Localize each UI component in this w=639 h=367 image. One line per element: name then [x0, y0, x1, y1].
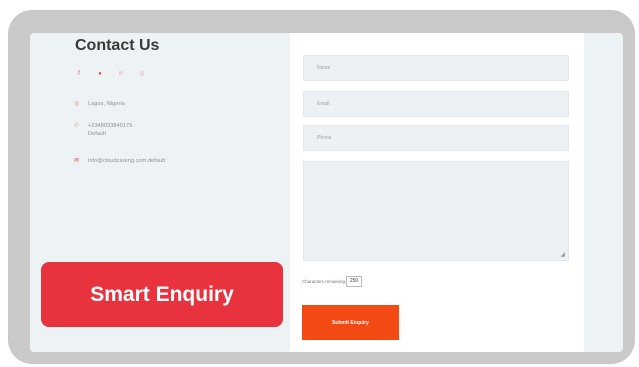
smart-enquiry-label: Smart Enquiry: [41, 262, 283, 327]
phone-line: ✆ +2348033840179 Default: [74, 122, 132, 138]
email-line: ✉ info@cloudcareng.com.default: [74, 157, 165, 165]
location-line: ◍ Lagos, Nigeria: [74, 100, 125, 108]
linkedin-icon[interactable]: in: [117, 71, 125, 78]
location-pin-icon: ◍: [74, 101, 80, 107]
email-icon: ✉: [74, 158, 80, 164]
email-input[interactable]: [303, 91, 569, 117]
phone-icon: ✆: [74, 123, 80, 129]
phone-note: Default: [88, 131, 107, 137]
phone-number[interactable]: +2348033840179: [88, 123, 132, 129]
social-links: f ● in ◎: [75, 71, 146, 78]
phone-input[interactable]: [303, 125, 569, 151]
submit-enquiry-button[interactable]: Submit Enquiry: [302, 305, 399, 340]
twitter-icon[interactable]: ●: [96, 71, 104, 78]
instagram-icon[interactable]: ◎: [138, 71, 146, 78]
message-textarea[interactable]: ◢: [303, 161, 569, 261]
contact-title: Contact Us: [75, 37, 160, 54]
enquiry-form: ◢ Characters remaining 250 Submit Enquir…: [290, 33, 584, 352]
email-text[interactable]: info@cloudcareng.com.default: [88, 157, 165, 165]
location-text: Lagos, Nigeria: [88, 101, 125, 107]
chars-remaining-value: 250: [346, 276, 363, 287]
facebook-icon[interactable]: f: [75, 71, 83, 78]
character-counter: Characters remaining 250: [302, 276, 363, 287]
chars-remaining-label: Characters remaining: [302, 279, 346, 284]
resize-grip-icon[interactable]: ◢: [560, 251, 565, 258]
name-input[interactable]: [303, 55, 569, 81]
phone-text: +2348033840179 Default: [88, 122, 132, 138]
